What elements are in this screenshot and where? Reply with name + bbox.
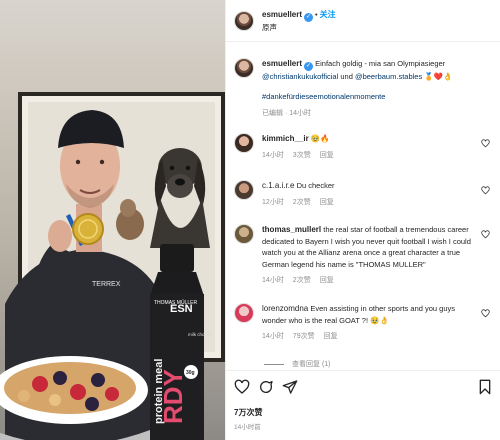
heart-icon[interactable] (234, 379, 250, 395)
comment-time: 14小时 (262, 333, 284, 340)
commenter-avatar[interactable] (234, 303, 254, 323)
author-username[interactable]: esmuellert (262, 10, 302, 19)
commenter-username[interactable]: thomas_mullerl (262, 225, 321, 234)
follow-button[interactable]: 关注 (320, 10, 336, 19)
caption-emojis: 🏅❤️👌 (424, 72, 453, 81)
commenter-avatar[interactable] (234, 224, 254, 244)
post-video[interactable]: TERREX THOMAS MÜLLER ESN milk chocol pro… (0, 0, 225, 440)
comment-text: Du checker (296, 181, 335, 190)
protein-bottle: THOMAS MÜLLER ESN milk chocolate flavor … (142, 244, 225, 440)
post-caption: esmuellert ✓ Einfach goldig - mia san Oly… (234, 58, 496, 120)
view-replies-label[interactable]: 查看回复 (1) (292, 359, 331, 369)
commenter-username[interactable]: kimmich__ir (262, 134, 309, 143)
comment-time: 14小时 (262, 151, 284, 159)
like-count[interactable]: 7万次赞 (234, 407, 262, 418)
verified-badge-icon: ✓ (304, 62, 314, 71)
caption-time: 14小时 (289, 110, 312, 117)
caption-avatar[interactable] (234, 58, 254, 78)
comment-item: kimmich__ir 🥹🔥 14小时 3次赞 回复 (234, 133, 496, 161)
caption-text: Einfach goldig - mia san Olympiasieger (315, 59, 446, 68)
caption-username[interactable]: esmuellert (262, 59, 302, 68)
comment-text: 🥹🔥 (310, 134, 330, 143)
edited-label: 已编辑 (262, 110, 283, 117)
comment-icon[interactable] (258, 379, 274, 395)
comment-heart-icon[interactable] (481, 139, 490, 148)
bottle-brand-text: ESN (170, 303, 193, 315)
reply-button[interactable]: 回复 (320, 277, 334, 284)
comment-body: c.1.a.i.r.e Du checker 12小时 2次赞 回复 (262, 180, 474, 208)
comment-meta: 12小时 2次赞 回复 (262, 197, 474, 209)
mention-link[interactable]: @christiankukukofficial (262, 72, 338, 81)
comment-likes[interactable]: 2次赞 (293, 199, 311, 206)
replies-divider (264, 363, 284, 365)
comment-body: kimmich__ir 🥹🔥 14小时 3次赞 回复 (262, 133, 474, 161)
comment-body: thomas_mullerl the real star of football… (262, 224, 474, 287)
commenter-username[interactable]: c.1.a.i.r.e (262, 181, 294, 190)
comment-body: lorenzomdna Even assisting in other spor… (262, 303, 474, 343)
caption-meta: 已编辑 · 14小时 (262, 108, 452, 120)
comment-item: c.1.a.i.r.e Du checker 12小时 2次赞 回复 (234, 180, 496, 208)
comment-item: lorenzomdna Even assisting in other spor… (234, 303, 496, 343)
view-replies-button[interactable]: 查看回复 (1) (264, 359, 331, 369)
bottle-badge-text: 30g (186, 370, 195, 376)
comment-meta: 14小时 3次赞 回复 (262, 150, 474, 162)
hashtag-link[interactable]: #dankefürdieseemotionalenmomente (262, 92, 385, 101)
post-header: esmuellert ✓ • 关注 原声 (226, 0, 500, 42)
separator-dot: • (315, 9, 318, 19)
header-text: esmuellert ✓ • 关注 原声 (262, 9, 336, 33)
comment-meta: 14小时 79次赞 回复 (262, 331, 474, 343)
comment-likes[interactable]: 2次赞 (293, 277, 311, 284)
share-icon[interactable] (282, 379, 298, 395)
bottle-big-text: RDY (158, 369, 188, 424)
instagram-post-view: TERREX THOMAS MÜLLER ESN milk chocol pro… (0, 0, 500, 440)
commenter-avatar[interactable] (234, 133, 254, 153)
commenter-avatar[interactable] (234, 180, 254, 200)
reply-button[interactable]: 回复 (320, 199, 334, 206)
bookmark-icon[interactable] (477, 379, 493, 395)
cereal-bowl (0, 356, 150, 440)
caption-body: esmuellert ✓ Einfach goldig - mia san Oly… (262, 58, 452, 120)
caption-joiner: und (340, 72, 353, 81)
commenter-username[interactable]: lorenzomdna (262, 304, 308, 313)
mention-link[interactable]: @beerbaum.stables (355, 72, 422, 81)
verified-badge-icon: ✓ (304, 12, 314, 22)
comment-time: 14小时 (262, 277, 284, 284)
gold-medal (72, 213, 104, 245)
bottle-flavor-text: milk chocolate flavor (188, 332, 212, 337)
comment-heart-icon[interactable] (481, 186, 490, 195)
comment-likes[interactable]: 79次赞 (293, 333, 315, 340)
comment-likes[interactable]: 3次赞 (293, 152, 311, 159)
reply-button[interactable]: 回复 (324, 333, 338, 340)
comment-heart-icon[interactable] (481, 309, 490, 318)
comment-heart-icon[interactable] (481, 230, 490, 239)
post-time: 14小时前 (234, 424, 261, 431)
reply-button[interactable]: 回复 (320, 152, 334, 159)
action-icons (234, 379, 493, 397)
comment-item: thomas_mullerl the real star of football… (234, 224, 496, 287)
post-panel: esmuellert ✓ • 关注 原声 esmuellert ✓ Einfach go… (225, 0, 500, 440)
audio-label[interactable]: 原声 (262, 22, 336, 33)
action-bar: 7万次赞 14小时前 (226, 370, 500, 440)
comment-time: 12小时 (262, 198, 284, 206)
comment-meta: 14小时 2次赞 回复 (262, 275, 474, 287)
shirt-brand-text: TERREX (92, 281, 121, 288)
author-avatar[interactable] (234, 10, 254, 31)
